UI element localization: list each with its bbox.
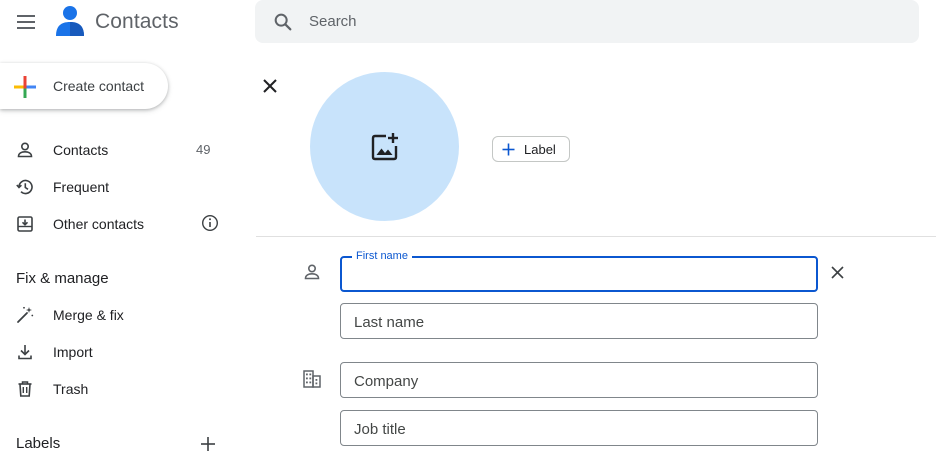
first-name-label: First name	[352, 250, 412, 262]
info-icon[interactable]	[201, 214, 219, 232]
main-menu-button[interactable]	[12, 8, 40, 36]
sidebar-item-contacts[interactable]: Contacts 49	[0, 133, 240, 167]
sidebar-item-merge-fix[interactable]: Merge & fix	[0, 298, 240, 332]
sidebar-item-label: Frequent	[53, 179, 110, 195]
close-icon[interactable]	[261, 77, 279, 95]
job-title-input[interactable]	[354, 418, 794, 440]
download-icon	[18, 345, 32, 360]
search-bar[interactable]	[255, 0, 919, 43]
first-name-field[interactable]: First name	[340, 250, 818, 292]
last-name-field[interactable]	[340, 303, 818, 339]
editor-divider	[256, 236, 936, 237]
add-label-icon[interactable]	[199, 435, 217, 453]
fix-manage-heading: Fix & manage	[16, 270, 109, 287]
sidebar-item-trash[interactable]: Trash	[0, 372, 240, 406]
create-contact-button[interactable]: Create contact	[0, 63, 168, 109]
clear-first-name-icon[interactable]	[830, 265, 845, 280]
building-icon	[303, 370, 321, 388]
contacts-count: 49	[196, 142, 211, 157]
sidebar-item-label: Import	[53, 344, 93, 360]
app-logo[interactable]	[55, 4, 85, 38]
add-label-button[interactable]: Label	[492, 136, 570, 162]
app-title: Contacts	[95, 10, 179, 33]
history-icon	[16, 179, 33, 195]
first-name-input[interactable]	[354, 264, 794, 286]
magic-wand-icon	[17, 306, 34, 323]
person-icon	[304, 264, 320, 280]
hamburger-menu-icon	[17, 15, 35, 29]
add-photo-icon	[371, 132, 398, 160]
person-icon	[17, 142, 33, 158]
trash-icon	[18, 381, 32, 397]
sidebar-item-label: Trash	[53, 381, 89, 397]
sidebar-item-import[interactable]: Import	[0, 335, 240, 369]
job-title-field[interactable]	[340, 410, 818, 446]
sidebar-item-frequent[interactable]: Frequent	[0, 170, 240, 204]
label-button-text: Label	[524, 142, 556, 157]
sidebar-item-label: Other contacts	[53, 216, 145, 232]
person-logo-icon	[56, 6, 84, 36]
create-contact-label: Create contact	[53, 78, 145, 94]
sidebar-item-label: Contacts	[53, 142, 109, 158]
sidebar-item-other-contacts[interactable]: Other contacts	[0, 207, 240, 241]
company-field[interactable]	[340, 362, 818, 398]
plus-icon	[502, 143, 515, 156]
company-input[interactable]	[354, 370, 794, 392]
search-icon[interactable]	[272, 11, 294, 33]
sidebar-item-label: Merge & fix	[53, 307, 124, 323]
labels-heading: Labels	[16, 435, 61, 452]
last-name-input[interactable]	[354, 311, 794, 333]
colorful-plus-icon	[14, 76, 36, 98]
add-photo-avatar[interactable]	[310, 72, 459, 221]
inbox-download-icon	[17, 216, 33, 232]
search-input[interactable]	[309, 8, 889, 34]
